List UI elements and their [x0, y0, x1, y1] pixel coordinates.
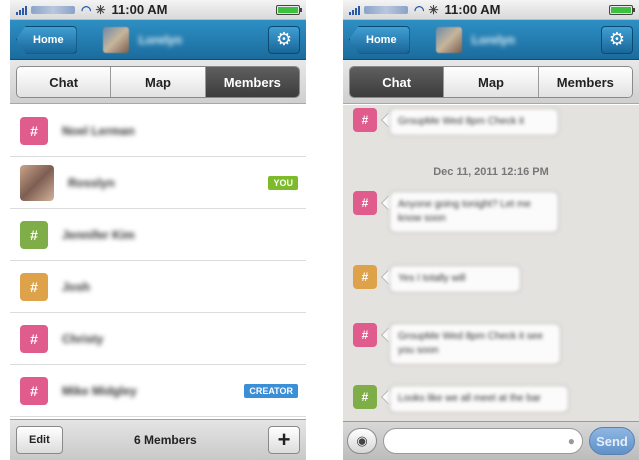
you-badge: YOU — [268, 175, 298, 190]
groupme-avatar-icon: # — [20, 220, 48, 249]
groupme-avatar-icon: # — [353, 385, 377, 409]
tab-members[interactable]: Members — [538, 67, 632, 97]
members-screen: ◠ ✳ 11:00 AM Home Lorelyn ⚙ Chat Map Mem… — [10, 0, 306, 460]
member-name: Rosslyn — [68, 175, 115, 190]
nav-bar: Home Lorelyn ⚙ — [10, 20, 306, 60]
groupme-avatar-icon: # — [353, 191, 377, 215]
activity-spinner-icon: ✳ — [95, 2, 106, 17]
tab-bar: Chat Map Members — [10, 60, 306, 104]
member-row[interactable]: # Josh — [10, 261, 306, 313]
groupme-avatar-icon: # — [20, 116, 48, 145]
signal-icon — [16, 5, 27, 15]
carrier-name — [31, 5, 75, 14]
message-bubble: Looks like we all meet at the bar — [389, 385, 569, 413]
edit-button[interactable]: Edit — [16, 426, 63, 454]
member-row[interactable]: # Noel Lerman — [10, 105, 306, 157]
members-toolbar: Edit 6 Members + — [10, 419, 306, 460]
groupme-avatar-icon: # — [353, 265, 377, 289]
group-title: Lorelyn — [138, 32, 182, 47]
member-name: Josh — [62, 279, 91, 294]
chat-message[interactable]: # GroupMe Wed 8pm Check it — [353, 108, 559, 136]
message-timestamp: Dec 11, 2011 12:16 PM — [433, 166, 549, 178]
groupme-avatar-icon: # — [20, 324, 48, 353]
settings-button[interactable]: ⚙ — [601, 25, 633, 54]
settings-button[interactable]: ⚙ — [268, 25, 300, 54]
home-button[interactable]: Home — [349, 25, 410, 54]
status-bar: ◠ ✳ 11:00 AM — [343, 0, 639, 20]
tab-members[interactable]: Members — [205, 67, 299, 97]
status-bar: ◠ ✳ 11:00 AM — [10, 0, 306, 20]
member-row[interactable]: # Mike Midgley CREATOR — [10, 365, 306, 417]
segmented-control: Chat Map Members — [349, 66, 633, 98]
wifi-icon: ◠ — [81, 2, 92, 17]
status-time: 11:00 AM — [111, 2, 168, 17]
gear-icon: ⚙ — [608, 29, 626, 49]
groupme-avatar-icon: # — [20, 272, 48, 301]
member-name: Noel Lerman — [62, 123, 135, 138]
message-bubble: GroupMe Wed 8pm Check it — [389, 108, 559, 136]
carrier-name — [364, 5, 408, 14]
tab-chat[interactable]: Chat — [350, 67, 445, 97]
tab-map[interactable]: Map — [444, 67, 539, 97]
home-button[interactable]: Home — [16, 25, 77, 54]
battery-icon — [609, 4, 635, 15]
nav-bar: Home Lorelyn ⚙ — [343, 20, 639, 60]
group-title: Lorelyn — [471, 32, 515, 47]
chat-message[interactable]: # GroupMe Wed 8pm Check it see you soon — [353, 323, 561, 365]
message-bubble: GroupMe Wed 8pm Check it see you soon — [389, 323, 561, 365]
groupme-avatar-icon: # — [353, 323, 377, 347]
tab-chat[interactable]: Chat — [17, 67, 112, 97]
chat-message[interactable]: # Anyone going tonight? Let me know soon — [353, 191, 559, 233]
message-bubble: Yes I totally will — [389, 265, 521, 293]
status-time: 11:00 AM — [444, 2, 501, 17]
segmented-control: Chat Map Members — [16, 66, 300, 98]
wifi-icon: ◠ — [414, 2, 425, 17]
members-list: # Noel Lerman Rosslyn YOU # Jennifer Kim # Josh… — [10, 105, 306, 419]
tab-bar: Chat Map Members — [343, 60, 639, 104]
message-bubble: Anyone going tonight? Let me know soon — [389, 191, 559, 233]
camera-button[interactable]: ◉ — [347, 428, 377, 454]
chat-thread[interactable]: Dec 11, 2011 12:16 PM # GroupMe Wed 8pm C… — [343, 105, 639, 421]
member-name: Mike Midgley — [62, 383, 137, 398]
tab-map[interactable]: Map — [111, 67, 206, 97]
camera-icon: ◉ — [356, 433, 368, 448]
location-pin-icon[interactable]: ● — [568, 434, 575, 448]
member-row[interactable]: # Jennifer Kim — [10, 209, 306, 261]
chat-screen: ◠ ✳ 11:00 AM Home Lorelyn ⚙ Chat Map Mem… — [343, 0, 639, 460]
member-name: Jennifer Kim — [62, 227, 135, 242]
member-count: 6 Members — [134, 433, 197, 447]
plus-icon: + — [277, 427, 291, 452]
add-member-button[interactable]: + — [268, 426, 300, 454]
member-photo — [20, 164, 54, 201]
message-input-wrap: ● — [377, 428, 589, 454]
group-avatar — [435, 26, 462, 53]
creator-badge: CREATOR — [244, 383, 298, 398]
member-row[interactable]: Rosslyn YOU — [10, 157, 306, 209]
member-row[interactable]: # Christy — [10, 313, 306, 365]
signal-icon — [349, 5, 360, 15]
send-button[interactable]: Send — [589, 427, 635, 455]
group-avatar — [102, 26, 129, 53]
message-input[interactable] — [383, 428, 583, 454]
activity-spinner-icon: ✳ — [428, 2, 439, 17]
chat-message[interactable]: # Yes I totally will — [353, 265, 521, 293]
groupme-avatar-icon: # — [353, 108, 377, 132]
member-name: Christy — [62, 331, 104, 346]
chat-message[interactable]: # Looks like we all meet at the bar — [353, 385, 569, 413]
compose-bar: ◉ ● Send — [343, 421, 639, 460]
gear-icon: ⚙ — [275, 29, 293, 49]
battery-icon — [276, 4, 302, 15]
groupme-avatar-icon: # — [20, 376, 48, 405]
